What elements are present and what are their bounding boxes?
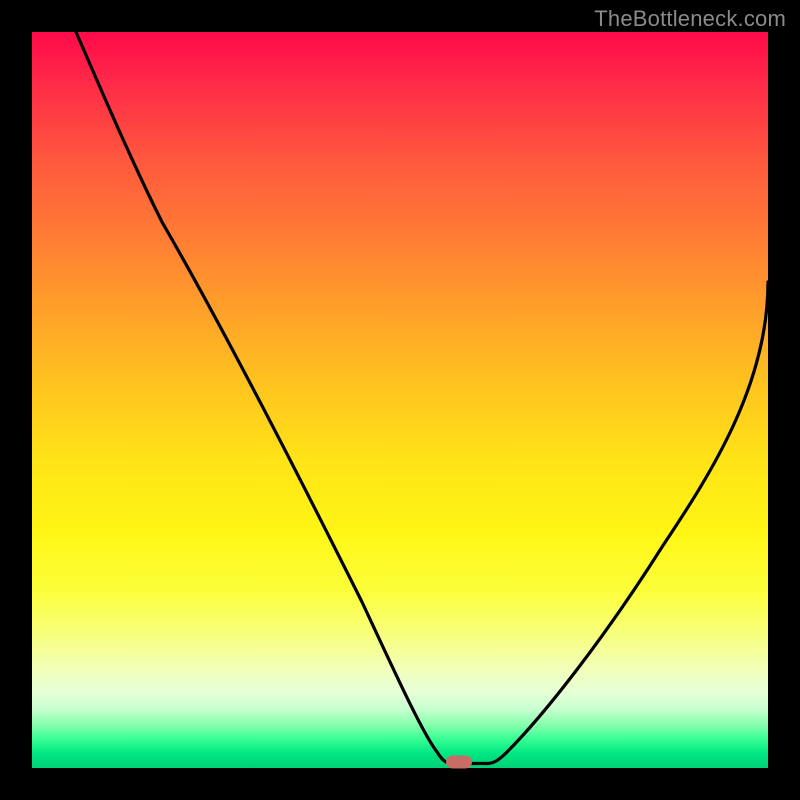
curve-path — [76, 32, 768, 764]
chart-frame: TheBottleneck.com — [0, 0, 800, 800]
bottleneck-curve — [32, 32, 768, 768]
plot-area — [32, 32, 768, 768]
optimal-point-marker — [446, 756, 472, 769]
watermark-text: TheBottleneck.com — [594, 6, 786, 32]
